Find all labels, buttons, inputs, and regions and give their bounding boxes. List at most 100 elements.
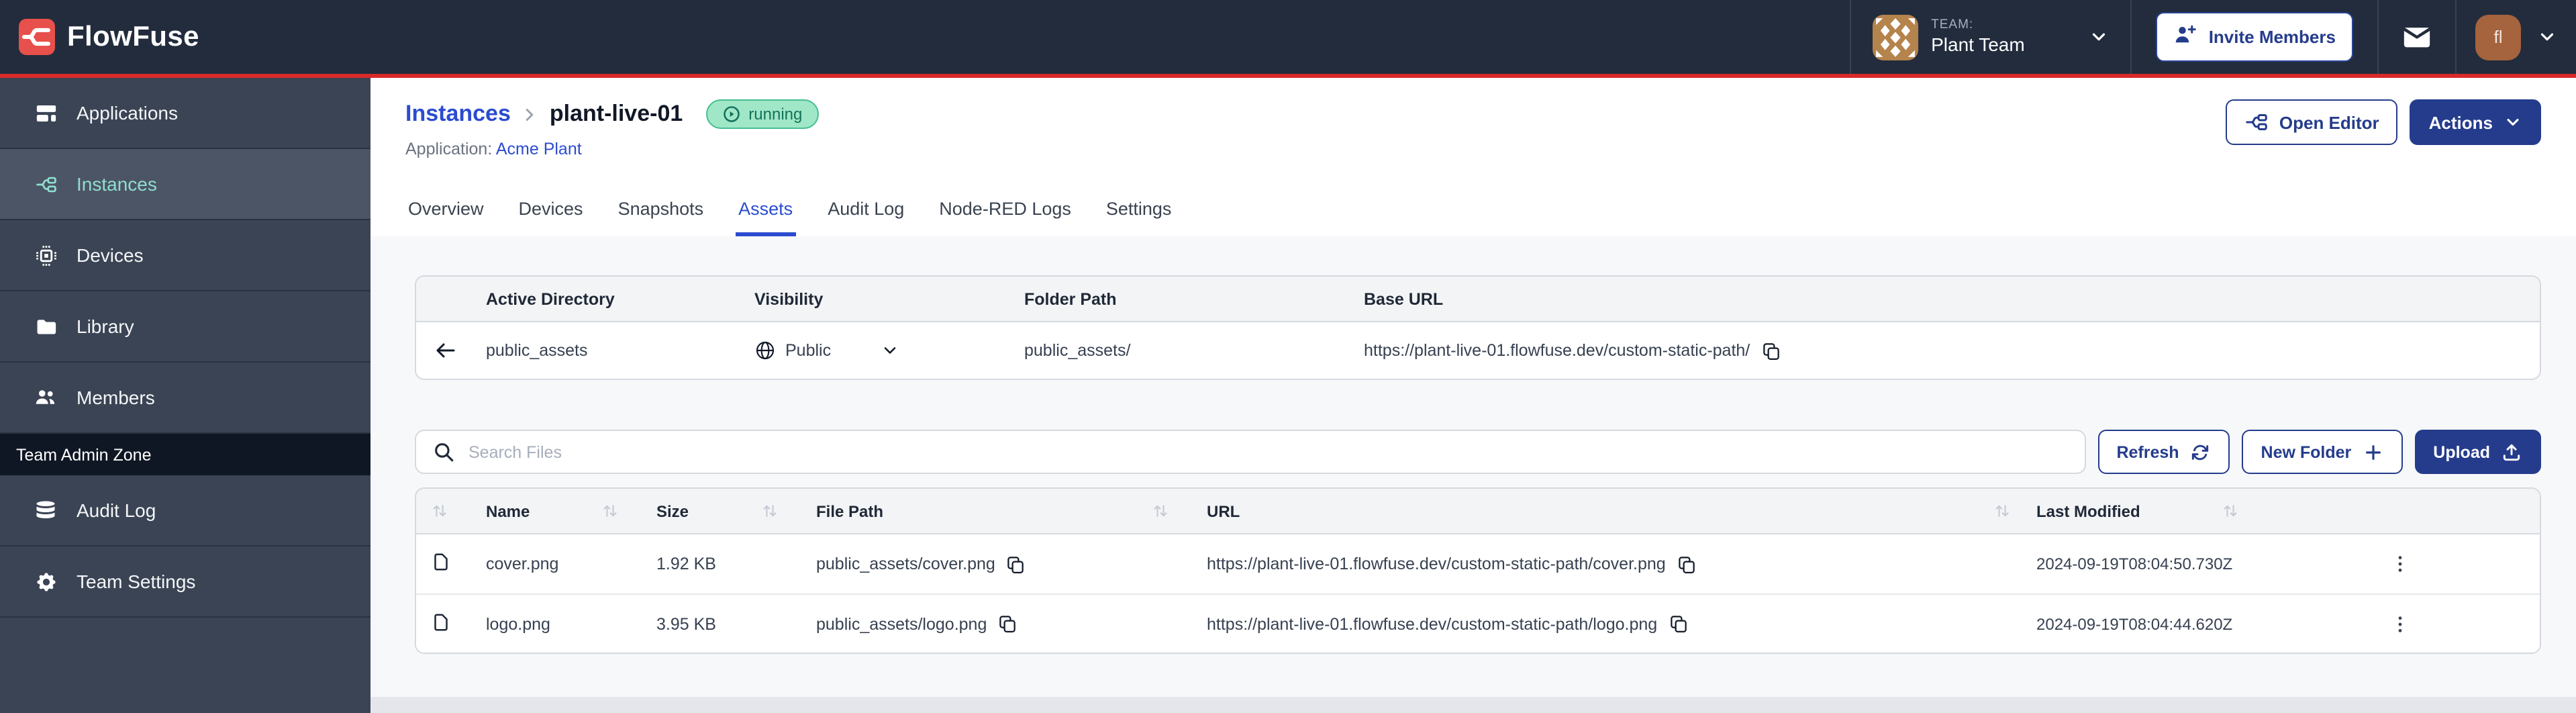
globe-icon: [754, 340, 776, 361]
chip-icon: [34, 244, 58, 267]
file-last-modified: 2024-09-19T08:04:44.620Z: [2036, 614, 2233, 633]
files-table: Name Size File Path URL Last Modified co…: [415, 487, 2541, 654]
tab-assets[interactable]: Assets: [736, 199, 796, 236]
search-box[interactable]: [415, 430, 2086, 474]
new-folder-button[interactable]: New Folder: [2242, 430, 2403, 474]
copy-icon: [1763, 342, 1779, 359]
search-files-input[interactable]: [468, 442, 2069, 461]
sidebar-item-members[interactable]: Members: [0, 363, 370, 434]
column-active-directory: Active Directory: [486, 289, 615, 308]
breadcrumb: Instances plant-live-01 running: [405, 99, 819, 129]
file-path: public_assets/logo.png: [816, 614, 987, 633]
sidebar-item-label: Team Settings: [77, 571, 196, 592]
copy-base-url-button[interactable]: [1761, 340, 1781, 361]
plus-icon: [2362, 441, 2383, 463]
top-navbar: FlowFuse TEAM: Plant Team Invite Members: [0, 0, 2576, 78]
users-icon: [34, 385, 58, 410]
sidebar-item-library[interactable]: Library: [0, 291, 370, 363]
copy-icon: [1670, 616, 1686, 632]
table-row[interactable]: cover.png 1.92 KB public_assets/cover.pn…: [416, 534, 2540, 593]
user-initials: fl: [2493, 27, 2503, 47]
sort-icon: [2222, 502, 2239, 520]
folder-path-value: public_assets/: [1024, 341, 1131, 360]
file-url: https://plant-live-01.flowfuse.dev/custo…: [1207, 614, 1658, 633]
search-icon: [432, 440, 455, 463]
sidebar-item-label: Members: [77, 387, 155, 408]
visibility-select[interactable]: Public: [754, 340, 1013, 361]
tab-node-red-logs[interactable]: Node-RED Logs: [936, 199, 1074, 236]
actions-button[interactable]: Actions: [2410, 99, 2541, 145]
sidebar-item-label: Applications: [77, 102, 178, 124]
team-name: Plant Team: [1931, 33, 2025, 55]
sort-icon: [601, 502, 619, 520]
flowfuse-logo-icon: [19, 19, 55, 55]
file-url: https://plant-live-01.flowfuse.dev/custo…: [1207, 555, 1666, 573]
sidebar-item-team-settings[interactable]: Team Settings: [0, 546, 370, 618]
column-url[interactable]: URL: [1185, 489, 2027, 533]
sidebar-item-audit-log[interactable]: Audit Log: [0, 475, 370, 546]
tab-settings[interactable]: Settings: [1103, 199, 1175, 236]
storage-panel-row: public_assets Public public_assets/ http…: [416, 322, 2540, 379]
brand-name: FlowFuse: [67, 21, 199, 52]
invite-members-button[interactable]: Invite Members: [2156, 12, 2353, 62]
column-file-icon-sort[interactable]: [416, 489, 464, 533]
application-link[interactable]: Acme Plant: [496, 140, 582, 158]
kebab-icon: [2398, 556, 2402, 572]
sidebar-item-label: Devices: [77, 244, 144, 266]
copy-file-path-button[interactable]: [1006, 554, 1026, 574]
open-editor-button[interactable]: Open Editor: [2225, 99, 2398, 145]
column-file-path[interactable]: File Path: [795, 489, 1185, 533]
horizontal-scrollbar-track[interactable]: [370, 697, 2576, 713]
team-selector[interactable]: TEAM: Plant Team: [1850, 0, 2131, 74]
file-size: 1.92 KB: [656, 555, 716, 573]
file-name: logo.png: [486, 614, 550, 633]
column-name[interactable]: Name: [464, 489, 635, 533]
refresh-button[interactable]: Refresh: [2097, 430, 2230, 474]
row-menu-button[interactable]: [2384, 548, 2416, 580]
arrow-left-icon: [436, 343, 455, 358]
storage-panel-header: Active Directory Visibility Folder Path …: [416, 277, 2540, 322]
sidebar-item-instances[interactable]: Instances: [0, 149, 370, 220]
copy-icon: [999, 616, 1016, 632]
copy-file-path-button[interactable]: [997, 614, 1018, 634]
flowfuse-logo[interactable]: FlowFuse: [0, 0, 199, 74]
application-label: Application:: [405, 140, 493, 158]
back-directory-button[interactable]: [434, 338, 458, 363]
breadcrumb-instances-link[interactable]: Instances: [405, 101, 511, 128]
notifications-mail-button[interactable]: [2401, 21, 2432, 52]
user-menu-chevron-icon[interactable]: [2537, 27, 2557, 47]
files-toolbar: Refresh New Folder Upload: [415, 430, 2541, 474]
copy-url-button[interactable]: [1668, 614, 1688, 634]
sort-icon: [1993, 502, 2011, 520]
sidebar-item-applications[interactable]: Applications: [0, 78, 370, 149]
file-name: cover.png: [486, 555, 559, 573]
visibility-value: Public: [785, 341, 832, 360]
chevron-down-icon: [2089, 27, 2110, 47]
column-base-url: Base URL: [1364, 289, 1444, 308]
active-directory-value: public_assets: [486, 341, 588, 360]
storage-info-panel: Active Directory Visibility Folder Path …: [415, 275, 2541, 380]
row-menu-button[interactable]: [2384, 608, 2416, 640]
sidebar-item-label: Instances: [77, 173, 157, 195]
open-editor-label: Open Editor: [2279, 112, 2379, 132]
copy-icon: [1678, 556, 1695, 573]
chevron-down-icon: [881, 341, 899, 360]
table-row[interactable]: logo.png 3.95 KB public_assets/logo.png …: [416, 593, 2540, 653]
user-plus-icon: [2174, 23, 2198, 51]
sidebar-item-devices[interactable]: Devices: [0, 220, 370, 291]
column-size[interactable]: Size: [635, 489, 795, 533]
column-last-modified[interactable]: Last Modified: [2027, 489, 2255, 533]
tab-audit-log[interactable]: Audit Log: [825, 199, 907, 236]
status-badge-label: running: [748, 105, 803, 124]
mail-icon: [2404, 28, 2430, 48]
user-avatar[interactable]: fl: [2475, 14, 2521, 60]
tab-snapshots[interactable]: Snapshots: [615, 199, 707, 236]
refresh-icon: [2190, 441, 2212, 463]
sort-icon: [761, 502, 779, 520]
tab-overview[interactable]: Overview: [405, 199, 487, 236]
copy-icon: [1008, 556, 1024, 573]
instance-name: plant-live-01: [549, 101, 683, 126]
upload-button[interactable]: Upload: [2414, 430, 2541, 474]
copy-url-button[interactable]: [1677, 554, 1697, 574]
tab-devices[interactable]: Devices: [516, 199, 586, 236]
